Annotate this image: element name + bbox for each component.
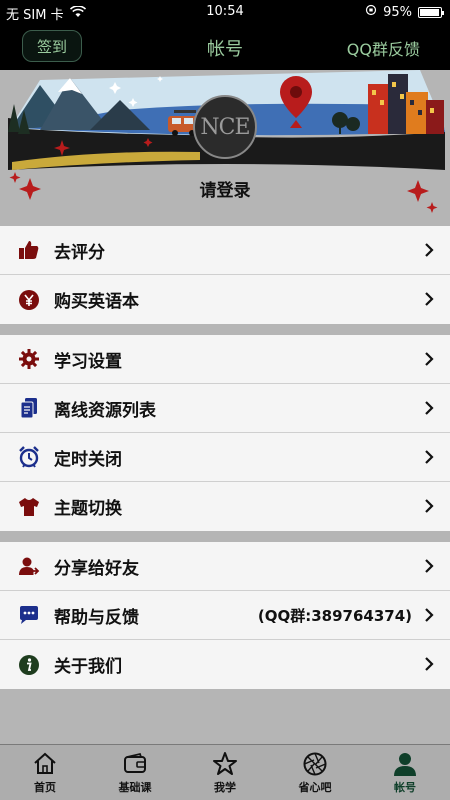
list-item-label: 离线资源列表 xyxy=(54,400,156,421)
settings-group-2: 学习设置 离线资源列表 定时关闭 主题切换 xyxy=(0,335,450,531)
avatar[interactable]: NCE xyxy=(193,95,257,159)
chevron-right-icon xyxy=(425,450,434,464)
list-item-label: 去评分 xyxy=(54,242,105,263)
tab-my-study[interactable]: 我学 xyxy=(180,745,270,800)
chat-bubble-icon xyxy=(18,604,40,626)
list-item-study-settings[interactable]: 学习设置 xyxy=(0,335,450,384)
battery-level xyxy=(420,8,439,16)
chevron-right-icon xyxy=(425,559,434,573)
qq-feedback-button[interactable]: QQ群反馈 xyxy=(347,36,420,60)
chevron-right-icon xyxy=(425,292,434,306)
list-item-label: 关于我们 xyxy=(54,657,122,677)
status-bar: 无 SIM 卡 10:54 95% xyxy=(0,0,450,24)
orientation-lock-icon xyxy=(365,4,377,20)
tab-bar: 首页 基础课 我学 省心吧 帐号 xyxy=(0,744,450,800)
chevron-right-icon xyxy=(425,401,434,415)
profile-header: NCE 请登录 xyxy=(0,70,450,226)
list-item-share[interactable]: 分享给好友 xyxy=(0,542,450,591)
nav-bar: 签到 帐号 QQ群反馈 xyxy=(0,24,450,70)
list-item-about[interactable]: 关于我们 xyxy=(0,640,450,689)
login-link[interactable]: 请登录 xyxy=(0,176,450,201)
tab-label: 基础课 xyxy=(118,781,152,794)
list-item-theme[interactable]: 主题切换 xyxy=(0,482,450,531)
home-icon xyxy=(32,751,58,777)
list-item-timer-close[interactable]: 定时关闭 xyxy=(0,433,450,482)
tshirt-icon xyxy=(18,496,40,518)
documents-icon xyxy=(18,397,40,419)
chevron-right-icon xyxy=(425,608,434,622)
chevron-right-icon xyxy=(425,657,434,671)
list-item-label: 定时关闭 xyxy=(54,449,122,470)
chevron-right-icon xyxy=(425,352,434,366)
list-item-label: 购买英语本 xyxy=(54,292,139,312)
star-icon xyxy=(212,751,238,777)
tab-label: 首页 xyxy=(34,781,56,794)
tab-label: 帐号 xyxy=(394,781,416,794)
battery-icon xyxy=(418,6,444,18)
chevron-right-icon xyxy=(425,243,434,257)
tab-label: 省心吧 xyxy=(298,781,332,794)
list-item-rate[interactable]: 去评分 xyxy=(0,226,450,275)
tab-easy-bar[interactable]: 省心吧 xyxy=(270,745,360,800)
chevron-right-icon xyxy=(425,499,434,513)
status-right: 95% xyxy=(365,4,444,20)
thumbs-up-icon xyxy=(18,239,40,261)
share-user-icon xyxy=(18,555,40,577)
aperture-icon xyxy=(302,751,328,777)
info-icon xyxy=(18,654,40,676)
list-item-label: 主题切换 xyxy=(54,499,122,519)
list-item-label: 分享给好友 xyxy=(54,558,139,579)
settings-group-1: 去评分 购买英语本 xyxy=(0,226,450,324)
person-icon xyxy=(392,751,418,777)
qq-group-number: (QQ群:389764374) xyxy=(257,606,412,625)
gear-icon xyxy=(18,348,40,370)
tab-account[interactable]: 帐号 xyxy=(360,745,450,800)
wallet-icon xyxy=(122,751,148,777)
battery-percent: 95% xyxy=(383,4,412,20)
list-item-buy[interactable]: 购买英语本 xyxy=(0,275,450,324)
list-item-label: 帮助与反馈 xyxy=(54,607,139,628)
yen-coin-icon xyxy=(18,289,40,311)
alarm-clock-icon xyxy=(18,446,40,468)
tab-basic-course[interactable]: 基础课 xyxy=(90,745,180,800)
tab-home[interactable]: 首页 xyxy=(0,745,90,800)
list-item-label: 学习设置 xyxy=(54,351,122,372)
list-item-offline-resources[interactable]: 离线资源列表 xyxy=(0,384,450,433)
tab-label: 我学 xyxy=(214,781,236,794)
settings-group-3: 分享给好友 帮助与反馈 (QQ群:389764374) 关于我们 xyxy=(0,542,450,689)
list-item-help-feedback[interactable]: 帮助与反馈 (QQ群:389764374) xyxy=(0,591,450,640)
